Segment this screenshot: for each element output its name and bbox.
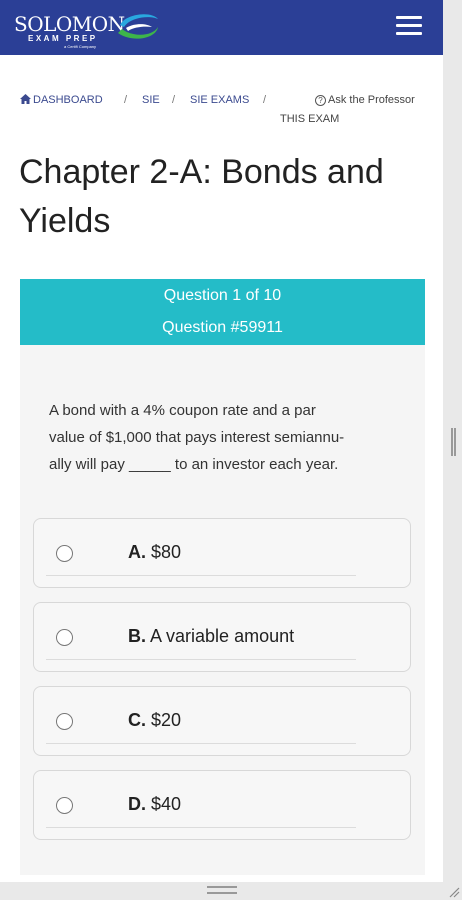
page: SOLOMON EXAM PREP a Certifi Company DASH…	[0, 0, 443, 882]
question-stem-line: A bond with a 4% coupon rate and a par	[49, 402, 316, 419]
option-text: A variable amount	[150, 626, 295, 646]
breadcrumb-dashboard[interactable]: DASHBOARD	[20, 94, 103, 106]
top-navbar: SOLOMON EXAM PREP a Certifi Company	[0, 0, 443, 55]
question-stem-line: ally will pay _____ to an investor each …	[49, 456, 339, 473]
question-stem: A bond with a 4% coupon rate and a par v…	[49, 397, 399, 478]
answer-option-label: C. $20	[128, 710, 181, 731]
logo-wordmark: SOLOMON	[14, 12, 125, 36]
option-divider	[46, 743, 356, 744]
answer-option-b[interactable]: B. A variable amount	[33, 602, 411, 672]
question-header: Question 1 of 10 Question #59911	[20, 279, 425, 345]
breadcrumb-separator: /	[172, 94, 176, 106]
page-title: Chapter 2-A: Bonds and Yields	[19, 148, 419, 246]
option-text: $20	[151, 710, 182, 730]
ask-professor-link-line2[interactable]: THIS EXAM	[280, 113, 339, 125]
breadcrumb-dashboard-label: DASHBOARD	[33, 94, 103, 106]
answer-option-label: B. A variable amount	[128, 626, 294, 647]
corner-resize-handle-icon[interactable]	[448, 886, 460, 898]
breadcrumb-separator: /	[124, 94, 128, 106]
option-divider	[46, 659, 356, 660]
page-title-line2: Yields	[19, 202, 111, 240]
answer-option-label: A. $80	[128, 542, 181, 563]
option-divider	[46, 575, 356, 576]
radio-button[interactable]	[56, 545, 73, 562]
hamburger-menu-icon[interactable]	[396, 16, 422, 36]
answer-option-a[interactable]: A. $80	[33, 518, 411, 588]
option-letter: B.	[128, 626, 146, 646]
question-counter: Question 1 of 10	[163, 287, 282, 304]
solomon-logo[interactable]: SOLOMON EXAM PREP a Certifi Company	[14, 9, 164, 49]
question-id: Question #59911	[162, 319, 283, 336]
home-icon	[20, 94, 31, 104]
radio-button[interactable]	[56, 713, 73, 730]
ask-professor-link[interactable]: ? Ask the Professor	[315, 94, 415, 106]
breadcrumb-sie-exams[interactable]: SIE EXAMS	[190, 94, 249, 106]
page-title-line1: Chapter 2-A: Bonds and	[19, 153, 384, 191]
horizontal-resize-grip-icon[interactable]	[207, 886, 237, 894]
logo-swoosh-icon	[118, 14, 158, 39]
option-text: $40	[151, 794, 182, 814]
radio-button[interactable]	[56, 797, 73, 814]
logo-subtitle: EXAM PREP	[28, 34, 98, 43]
question-body: A bond with a 4% coupon rate and a par v…	[20, 345, 425, 875]
answer-option-d[interactable]: D. $40	[33, 770, 411, 840]
answer-option-c[interactable]: C. $20	[33, 686, 411, 756]
logo-tagline: a Certifi Company	[64, 44, 97, 49]
answer-option-label: D. $40	[128, 794, 181, 815]
question-stem-line: value of $1,000 that pays interest semia…	[49, 429, 345, 446]
breadcrumb: DASHBOARD / SIE / SIE EXAMS / ? Ask the P…	[20, 94, 430, 134]
question-circle-icon: ?	[315, 95, 326, 106]
option-letter: A.	[128, 542, 146, 562]
radio-button[interactable]	[56, 629, 73, 646]
ask-professor-label: Ask the Professor	[328, 94, 415, 106]
option-text: $80	[151, 542, 182, 562]
option-letter: D.	[128, 794, 146, 814]
breadcrumb-sie[interactable]: SIE	[142, 94, 160, 106]
breadcrumb-separator: /	[263, 94, 267, 106]
option-divider	[46, 827, 356, 828]
option-letter: C.	[128, 710, 146, 730]
vertical-resize-grip-icon[interactable]	[451, 428, 456, 456]
